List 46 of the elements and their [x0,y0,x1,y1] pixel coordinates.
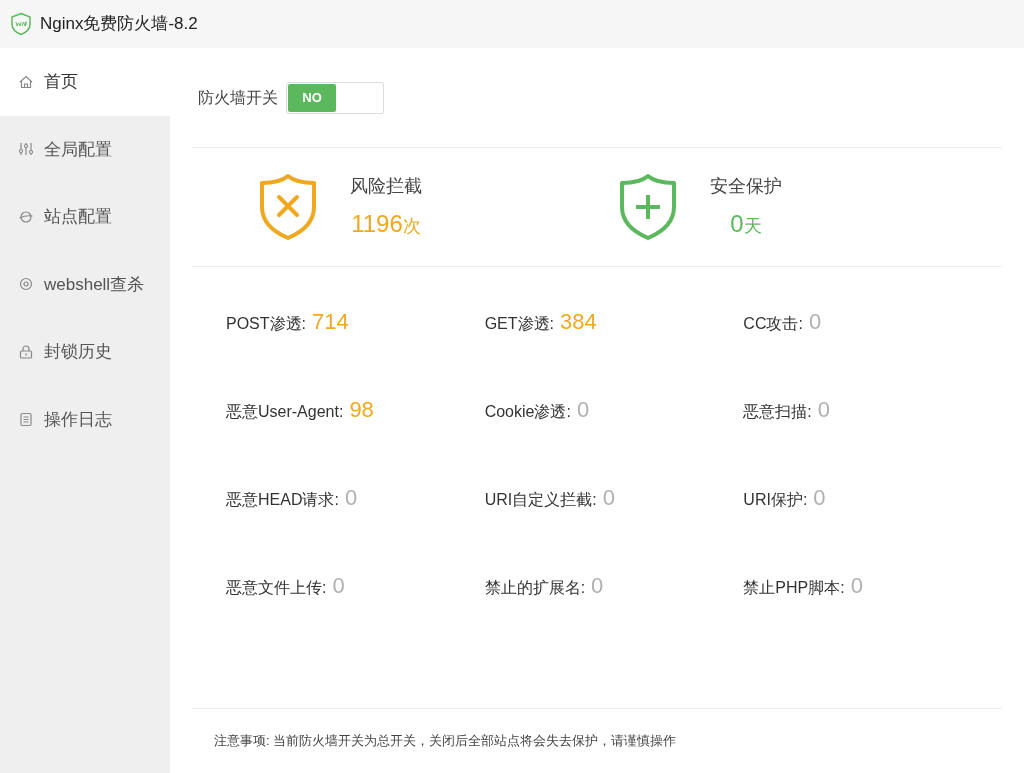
target-icon [18,276,34,293]
stat-value: 0 [817,396,831,424]
stat-label: 恶意User-Agent: [226,402,344,422]
stat-value: 0 [808,308,822,336]
sidebar-item[interactable]: 首页 [0,48,170,116]
sidebar-item[interactable]: 全局配置 [0,115,170,183]
stat-value: 0 [602,484,615,512]
stat-label: POST渗透: [226,314,306,334]
stat-value: 0 [344,484,358,512]
stat-value: 0 [576,396,590,424]
shield-cross-icon [258,173,318,241]
stat-value: 98 [349,396,374,424]
stat-label: GET渗透: [484,314,554,334]
stat-value: 0 [850,572,863,600]
stat-label: URI保护: [743,490,808,510]
stat-label: 恶意HEAD请求: [226,490,339,510]
lock-icon [18,343,34,360]
notice-text: 注意事项: 当前防火墙开关为总开关，关闭后全部站点将会失去保护，请谨慎操作 [214,732,677,751]
stat-value: 384 [560,308,597,336]
summary-value: 1196次 [351,208,421,239]
stat-label: URI自定义拦截: [484,490,597,510]
window-title: Nginx免费防火墙-8.2 [40,13,198,36]
sliders-icon [18,141,34,158]
stat-value: 714 [312,308,349,336]
clipboard-icon [18,411,34,428]
sidebar-item[interactable]: webshell查杀 [0,250,170,318]
stat-label: 禁止PHP脚本: [743,578,845,598]
summary-title: 风险拦截 [350,174,422,198]
stat-label: Cookie渗透: [484,402,571,422]
stat-label: 禁止的扩展名: [484,578,586,598]
stat-label: 恶意文件上传: [226,578,327,598]
sidebar-item[interactable]: 操作日志 [0,385,170,453]
stat-value: 0 [813,484,826,512]
sidebar-item[interactable]: 封锁历史 [0,318,170,386]
switch-label: 防火墙开关 [198,87,278,108]
summary-title: 安全保护 [710,174,782,198]
shield-plus-icon [618,173,678,241]
stat-value: 0 [332,572,345,600]
sidebar-item[interactable]: 站点配置 [0,183,170,251]
home-icon [18,73,34,90]
stat-value: 0 [591,572,604,600]
stat-label: 恶意扫描: [743,402,812,422]
stat-label: CC攻击: [743,314,803,334]
planet-icon [18,208,34,225]
waf-shield-logo [10,12,32,36]
summary-value: 0天 [730,208,762,239]
